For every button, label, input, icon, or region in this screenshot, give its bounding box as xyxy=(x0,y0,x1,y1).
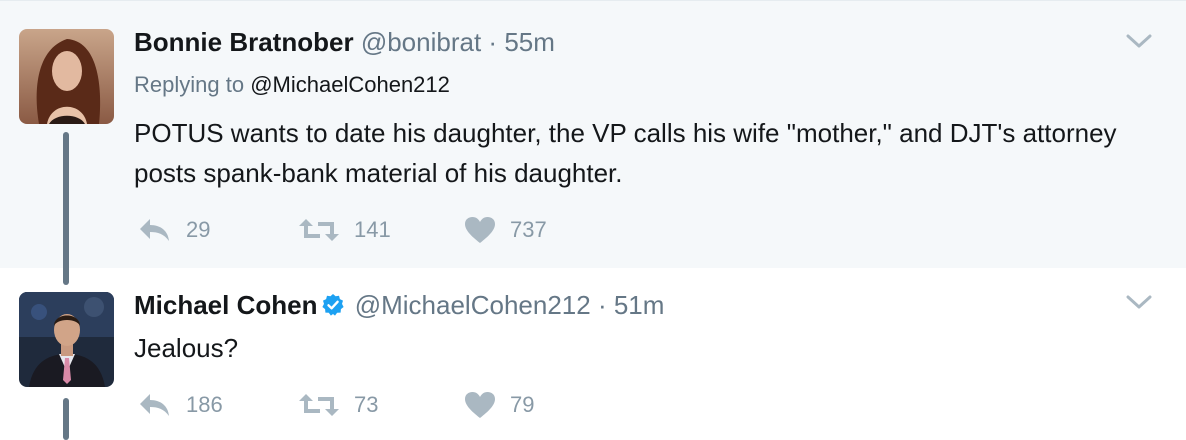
retweet-count: 73 xyxy=(354,392,379,417)
tweet-text: Jealous? xyxy=(134,333,239,363)
handle[interactable]: @MichaelCohen212 xyxy=(355,290,591,320)
retweet-action[interactable]: 73 xyxy=(298,390,378,420)
timestamp[interactable]: 51m xyxy=(614,290,665,320)
retweet-action[interactable]: 141 xyxy=(298,215,391,245)
tweet-bonnie-bratnober[interactable]: Bonnie Bratnober @bonibrat · 55m Replyin… xyxy=(0,0,1186,268)
avatar[interactable] xyxy=(19,29,114,124)
thread-connector-line xyxy=(63,398,69,440)
separator-dot: · xyxy=(488,27,498,57)
heart-icon xyxy=(465,217,495,243)
timestamp[interactable]: 55m xyxy=(504,27,555,57)
handle[interactable]: @bonibrat xyxy=(361,27,481,57)
retweet-icon xyxy=(299,394,339,416)
display-name[interactable]: Michael Cohen xyxy=(134,290,317,320)
tweet-text: POTUS wants to date his daughter, the VP… xyxy=(134,118,1117,188)
retweet-count: 141 xyxy=(354,217,391,242)
thread-connector-line xyxy=(63,132,69,285)
reply-action[interactable]: 29 xyxy=(138,215,210,245)
like-action[interactable]: 737 xyxy=(464,215,547,245)
replying-label: Replying to xyxy=(134,72,245,97)
reply-icon xyxy=(140,219,169,241)
verified-badge-icon xyxy=(322,294,345,316)
reply-action[interactable]: 186 xyxy=(138,390,223,420)
tweet-header: Michael Cohen @MichaelCohen212 · 51m xyxy=(134,290,664,320)
replying-to: Replying to @MichaelCohen212 xyxy=(134,72,450,98)
chevron-down-icon[interactable] xyxy=(1126,33,1152,49)
reply-icon xyxy=(140,394,169,416)
reply-count: 186 xyxy=(186,392,223,417)
like-action[interactable]: 79 xyxy=(464,390,534,420)
replying-to-handle[interactable]: @MichaelCohen212 xyxy=(250,72,450,97)
like-count: 737 xyxy=(510,217,547,242)
avatar[interactable] xyxy=(19,292,114,387)
reply-count: 29 xyxy=(186,217,211,242)
display-name[interactable]: Bonnie Bratnober xyxy=(134,27,354,57)
retweet-icon xyxy=(299,219,339,241)
tweet-michael-cohen[interactable]: Michael Cohen @MichaelCohen212 · 51m Jea… xyxy=(0,268,1186,440)
like-count: 79 xyxy=(510,392,535,417)
chevron-down-icon[interactable] xyxy=(1126,294,1152,310)
heart-icon xyxy=(465,392,495,418)
separator-dot: · xyxy=(597,290,607,320)
tweet-header: Bonnie Bratnober @bonibrat · 55m xyxy=(134,27,555,57)
